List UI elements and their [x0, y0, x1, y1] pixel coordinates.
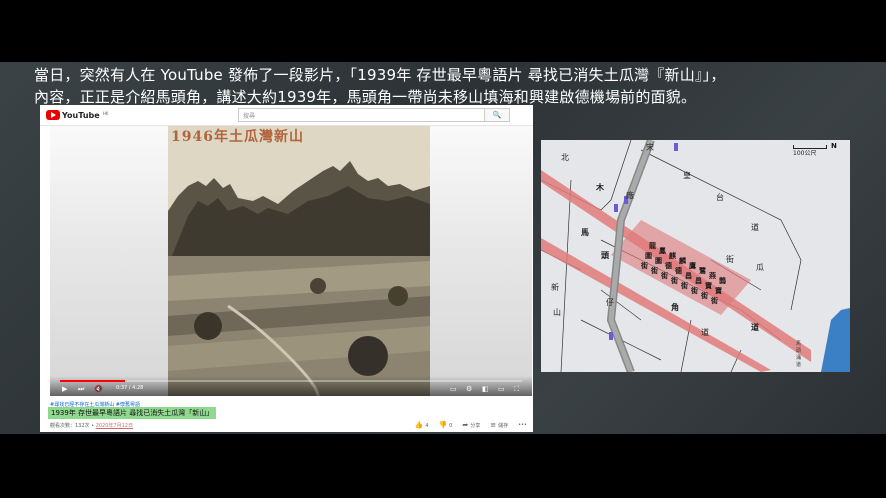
street-char: 寶 [705, 281, 712, 290]
street-char: 燕 [709, 271, 716, 280]
map-label: 瓜 [756, 263, 764, 272]
street-char: 德 [675, 266, 682, 275]
caption-line-2: 內容，正正是介紹馬頭角，講述大約1939年，馬頭角一帶尚未移山填海和興建啟德機場… [34, 88, 697, 106]
search-button[interactable]: 🔍 [484, 108, 510, 122]
street-char: 街 [650, 266, 658, 275]
street-char: 寶 [715, 286, 722, 295]
street-char: 鳳 [659, 246, 666, 255]
street-char: 鷺 [699, 266, 707, 275]
street-char: 鵲 [719, 276, 726, 285]
map-label: 街 [726, 254, 734, 264]
time-display: 0:37 / 4:28 [116, 385, 144, 391]
player-controls: ▶ ⏭ 🔇 0:37 / 4:28 ▭ ⚙ ◧ ▭ ⛶ [50, 376, 532, 396]
search-input[interactable]: 搜尋 [238, 108, 486, 122]
map-label: 角 [671, 302, 679, 312]
youtube-region: HK [102, 110, 109, 116]
map-label: 北 [561, 153, 569, 162]
map-label: 廠 [626, 190, 634, 200]
street-char: 街 [670, 276, 678, 285]
map-label: 新 [551, 282, 559, 292]
subtitles-icon[interactable]: ▭ [450, 385, 457, 393]
map-label: 山 [553, 307, 561, 317]
street-char: 麟 [679, 256, 687, 265]
street-char: 昌 [695, 276, 702, 285]
street-char: 街 [690, 286, 698, 295]
view-count: 觀看次數：132次 [50, 423, 90, 429]
map-label: 宋 [646, 142, 654, 152]
upload-date: 2020年7月12日 [95, 423, 133, 429]
small-labels: 馬 頭 涌 道 [796, 341, 801, 368]
progress-bar[interactable] [60, 380, 522, 382]
next-icon[interactable]: ⏭ [78, 385, 84, 393]
search-placeholder: 搜尋 [243, 113, 256, 120]
thumbs-up-icon: 👍 [414, 421, 424, 429]
photo-overlay-title: 1946年土瓜灣新山 [171, 129, 304, 145]
dislike-button[interactable]: 👎 0 [438, 421, 452, 429]
video-frame-photo: 1946年土瓜灣新山 [168, 126, 430, 396]
street-char: 街 [710, 296, 718, 305]
playlist-add-icon: ≡ [490, 421, 497, 429]
scale-label: 100公尺 [793, 150, 817, 157]
like-count: 4 [425, 423, 429, 429]
map-label: 馬 [796, 341, 801, 347]
street-char: 圍 [645, 251, 652, 260]
play-icon[interactable]: ▶ [62, 385, 67, 393]
map-label: 木 [595, 182, 605, 192]
map-drawing: 北 宋 皇 台 道 木 廠 馬 頭 角 道 新 山 道 街 瓜 仔 龍 鳳 麒 … [541, 140, 850, 372]
fullscreen-icon[interactable]: ⛶ [514, 385, 519, 393]
thumbs-down-icon: 👎 [438, 421, 448, 429]
map-label: 涌 [796, 354, 801, 361]
more-button[interactable]: ••• [518, 422, 527, 428]
view-count-row: 觀看次數：132次 • 2020年7月12日 [50, 423, 133, 429]
video-title: 1939年 存世最早粵語片 尋找已消失土瓜灣「新山」 [48, 407, 217, 419]
map-label: 道 [751, 222, 759, 232]
save-button[interactable]: ≡ 儲存 [490, 421, 508, 429]
street-char: 圍 [655, 256, 662, 265]
miniplayer-icon[interactable]: ◧ [482, 385, 489, 393]
share-button[interactable]: ➦ 分享 [462, 421, 480, 429]
settings-icon[interactable]: ⚙ [466, 385, 472, 393]
dislike-count: 0 [449, 423, 453, 429]
volume-icon[interactable]: 🔇 [94, 385, 103, 393]
map-label: 頭 [601, 251, 610, 260]
street-char: 街 [640, 261, 648, 270]
street-char: 德 [665, 261, 672, 270]
theater-icon[interactable]: ▭ [498, 385, 505, 393]
progress-fill [60, 380, 125, 382]
north-arrow-icon: N [831, 142, 837, 150]
like-button[interactable]: 👍 4 [415, 421, 429, 429]
map-label: 道 [796, 361, 801, 368]
street-char: 街 [700, 291, 708, 300]
map-label: 皇 [683, 170, 691, 180]
map-label: 道 [751, 322, 759, 332]
youtube-logo-text: YouTube [62, 110, 100, 120]
share-icon: ➦ [462, 421, 469, 429]
street-char: 昌 [685, 271, 692, 280]
save-label: 儲存 [498, 423, 509, 429]
youtube-play-logo-icon [46, 110, 60, 120]
youtube-header: YouTube HK 搜尋 🔍 [40, 105, 533, 126]
map-label: 台 [716, 192, 724, 202]
caption-line-1: 當日，突然有人在 YouTube 發佈了一段影片，「1939年 存世最早粵語片 … [34, 66, 726, 84]
map-label: 馬 [581, 228, 589, 237]
street-char: 麒 [669, 251, 676, 260]
share-label: 分享 [470, 423, 481, 429]
map-label: 仔 [606, 297, 614, 307]
youtube-screenshot: YouTube HK 搜尋 🔍 1946年土瓜灣新山 ▶ ⏭ 🔇 0:37 / … [40, 105, 533, 432]
map-label: 頭 [796, 348, 801, 354]
street-char: 龍 [649, 241, 656, 250]
video-actions: 👍 4 👎 0 ➦ 分享 ≡ 儲存 ••• [415, 421, 527, 429]
video-player[interactable]: 1946年土瓜灣新山 ▶ ⏭ 🔇 0:37 / 4:28 ▭ ⚙ ◧ ▭ ⛶ [50, 126, 532, 396]
map-label: 道 [701, 327, 709, 337]
street-char: 鷹 [688, 261, 696, 270]
youtube-logo[interactable]: YouTube HK [46, 109, 108, 121]
street-char: 街 [680, 281, 688, 290]
street-char: 街 [660, 271, 668, 280]
landscape-photo [168, 126, 430, 396]
street-map: 北 宋 皇 台 道 木 廠 馬 頭 角 道 新 山 道 街 瓜 仔 龍 鳳 麒 … [541, 140, 850, 372]
